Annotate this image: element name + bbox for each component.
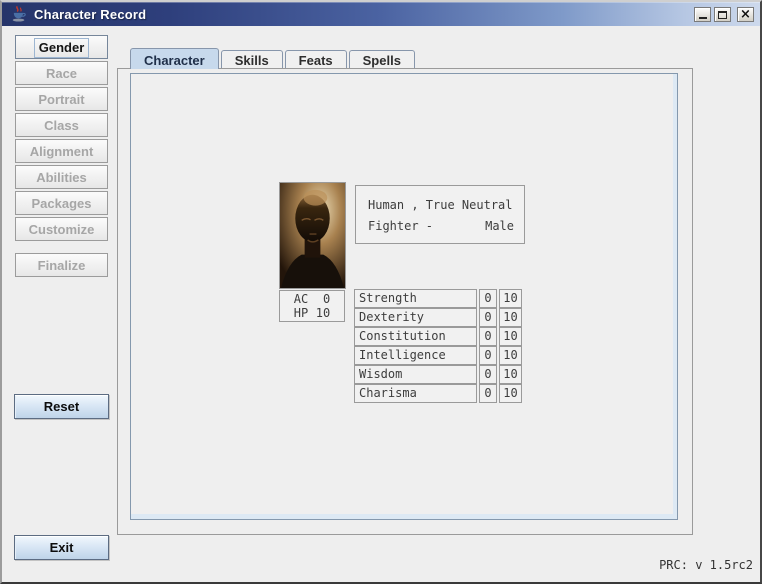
ability-name-field: Charisma <box>354 384 477 403</box>
character-record-window: Character Record × Gender Race Portrait … <box>0 0 762 584</box>
tab-bar: Character Skills Feats Spells <box>130 47 417 68</box>
ability-mod-field: 0 <box>479 327 497 346</box>
character-sheet-panel: AC 0 HP 10 Human , True Neutral Fighter … <box>130 73 678 520</box>
ability-name-field: Constitution <box>354 327 477 346</box>
class-text: Fighter - <box>368 216 433 237</box>
tab-feats[interactable]: Feats <box>285 50 347 68</box>
gender-text: Male <box>485 216 514 237</box>
close-icon: × <box>740 9 751 20</box>
window-controls: × <box>694 7 754 22</box>
tab-content-panel: AC 0 HP 10 Human , True Neutral Fighter … <box>117 68 693 535</box>
maximize-icon <box>718 11 727 19</box>
ability-name-field: Wisdom <box>354 365 477 384</box>
sidebar-button-packages-label: Packages <box>32 196 92 211</box>
ability-mod-field: 0 <box>479 308 497 327</box>
ability-score-field: 10 <box>499 327 522 346</box>
sidebar-button-alignment-label: Alignment <box>30 144 94 159</box>
ac-label: AC <box>294 292 308 306</box>
sidebar-button-gender-label: Gender <box>34 38 90 58</box>
hp-value: 10 <box>314 306 330 320</box>
ability-score-field: 10 <box>499 365 522 384</box>
titlebar[interactable]: Character Record × <box>2 2 760 26</box>
sidebar-button-portrait[interactable]: Portrait <box>15 87 108 111</box>
tab-skills[interactable]: Skills <box>221 50 283 68</box>
sidebar-button-packages[interactable]: Packages <box>15 191 108 215</box>
minimize-icon <box>699 17 707 19</box>
java-logo-icon <box>10 5 28 23</box>
maximize-button[interactable] <box>714 7 731 22</box>
sidebar-button-portrait-label: Portrait <box>38 92 84 107</box>
ability-name-field: Strength <box>354 289 477 308</box>
finalize-button-label: Finalize <box>38 258 86 273</box>
ability-name-field: Intelligence <box>354 346 477 365</box>
ability-mod-field: 0 <box>479 289 497 308</box>
window-title: Character Record <box>34 7 146 22</box>
ability-score-field: 10 <box>499 308 522 327</box>
exit-button[interactable]: Exit <box>14 535 109 560</box>
version-label: PRC: v 1.5rc2 <box>659 558 753 572</box>
sidebar-button-abilities[interactable]: Abilities <box>15 165 108 189</box>
ability-mod-field: 0 <box>479 365 497 384</box>
tab-character[interactable]: Character <box>130 48 219 69</box>
sidebar-button-class-label: Class <box>44 118 79 133</box>
tab-spells[interactable]: Spells <box>349 50 415 68</box>
sidebar-button-customize-label: Customize <box>29 222 95 237</box>
sidebar-button-race-label: Race <box>46 66 77 81</box>
minimize-button[interactable] <box>694 7 711 22</box>
sidebar-button-abilities-label: Abilities <box>36 170 87 185</box>
character-summary-box: Human , True Neutral Fighter - Male <box>355 185 525 244</box>
ability-score-field: 10 <box>499 289 522 308</box>
sidebar-button-alignment[interactable]: Alignment <box>15 139 108 163</box>
sidebar-button-customize[interactable]: Customize <box>15 217 108 241</box>
ac-hp-box: AC 0 HP 10 <box>279 290 345 322</box>
ability-name-field: Dexterity <box>354 308 477 327</box>
ability-mod-field: 0 <box>479 346 497 365</box>
character-portrait <box>279 182 346 289</box>
hp-label: HP <box>294 306 308 320</box>
ability-score-field: 10 <box>499 346 522 365</box>
sidebar-button-race[interactable]: Race <box>15 61 108 85</box>
reset-button[interactable]: Reset <box>14 394 109 419</box>
ability-mod-field: 0 <box>479 384 497 403</box>
sidebar-button-class[interactable]: Class <box>15 113 108 137</box>
ac-value: 0 <box>314 292 330 306</box>
sidebar-button-gender[interactable]: Gender <box>15 35 108 59</box>
finalize-button[interactable]: Finalize <box>15 253 108 277</box>
ability-score-field: 10 <box>499 384 522 403</box>
race-alignment-text: Human , True Neutral <box>368 195 514 216</box>
close-button[interactable]: × <box>737 7 754 22</box>
